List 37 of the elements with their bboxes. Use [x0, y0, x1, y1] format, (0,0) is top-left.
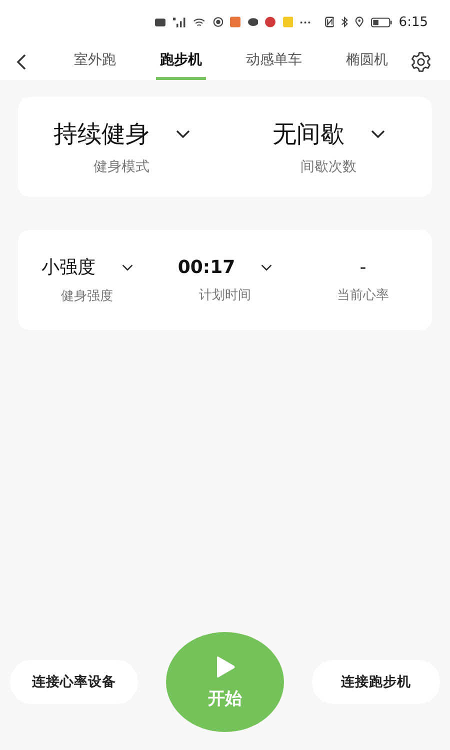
setting-label: 计划时间	[199, 286, 251, 304]
hd-icon	[155, 18, 166, 26]
connect-heart-rate-button[interactable]: 连接心率设备	[10, 660, 138, 704]
app-icon	[230, 16, 241, 28]
clock-time: 6:15	[398, 14, 428, 30]
nfc-icon	[324, 16, 334, 28]
setting-value: 小强度	[42, 256, 96, 279]
chat-icon	[248, 16, 258, 28]
setting-value: 持续健身	[54, 119, 150, 150]
chevron-down-icon[interactable]	[261, 264, 272, 270]
tab[interactable]: 室外跑	[70, 44, 120, 80]
location-icon	[355, 16, 364, 28]
connect-treadmill-button[interactable]: 连接跑步机	[312, 660, 440, 704]
chevron-down-icon[interactable]	[370, 130, 384, 138]
wifi-icon	[193, 16, 206, 28]
setting-value: 00:17	[178, 256, 236, 278]
tab[interactable]: 动感单车	[242, 44, 306, 80]
back-icon[interactable]	[16, 54, 28, 70]
settings-icon[interactable]	[410, 51, 432, 73]
tab[interactable]: 跑步机	[156, 44, 206, 80]
app-icon	[282, 16, 294, 28]
setting-label: 间歇次数	[300, 158, 356, 176]
setting-label: 当前心率	[337, 286, 389, 304]
setting-label: 健身模式	[94, 158, 150, 176]
tab[interactable]: 椭圆机	[342, 44, 392, 80]
setting-value: 无间歇	[272, 119, 344, 150]
signal-icon	[172, 16, 186, 28]
play-icon	[214, 654, 236, 678]
chevron-down-icon[interactable]	[122, 264, 132, 270]
chevron-down-icon[interactable]	[176, 130, 190, 138]
battery-icon	[370, 16, 392, 28]
app-icon	[265, 16, 276, 28]
more-icon	[300, 20, 311, 24]
setting-value: -	[360, 256, 366, 278]
setting-label: 健身强度	[61, 288, 113, 305]
circle-icon	[212, 16, 224, 28]
bluetooth-icon	[341, 16, 348, 28]
